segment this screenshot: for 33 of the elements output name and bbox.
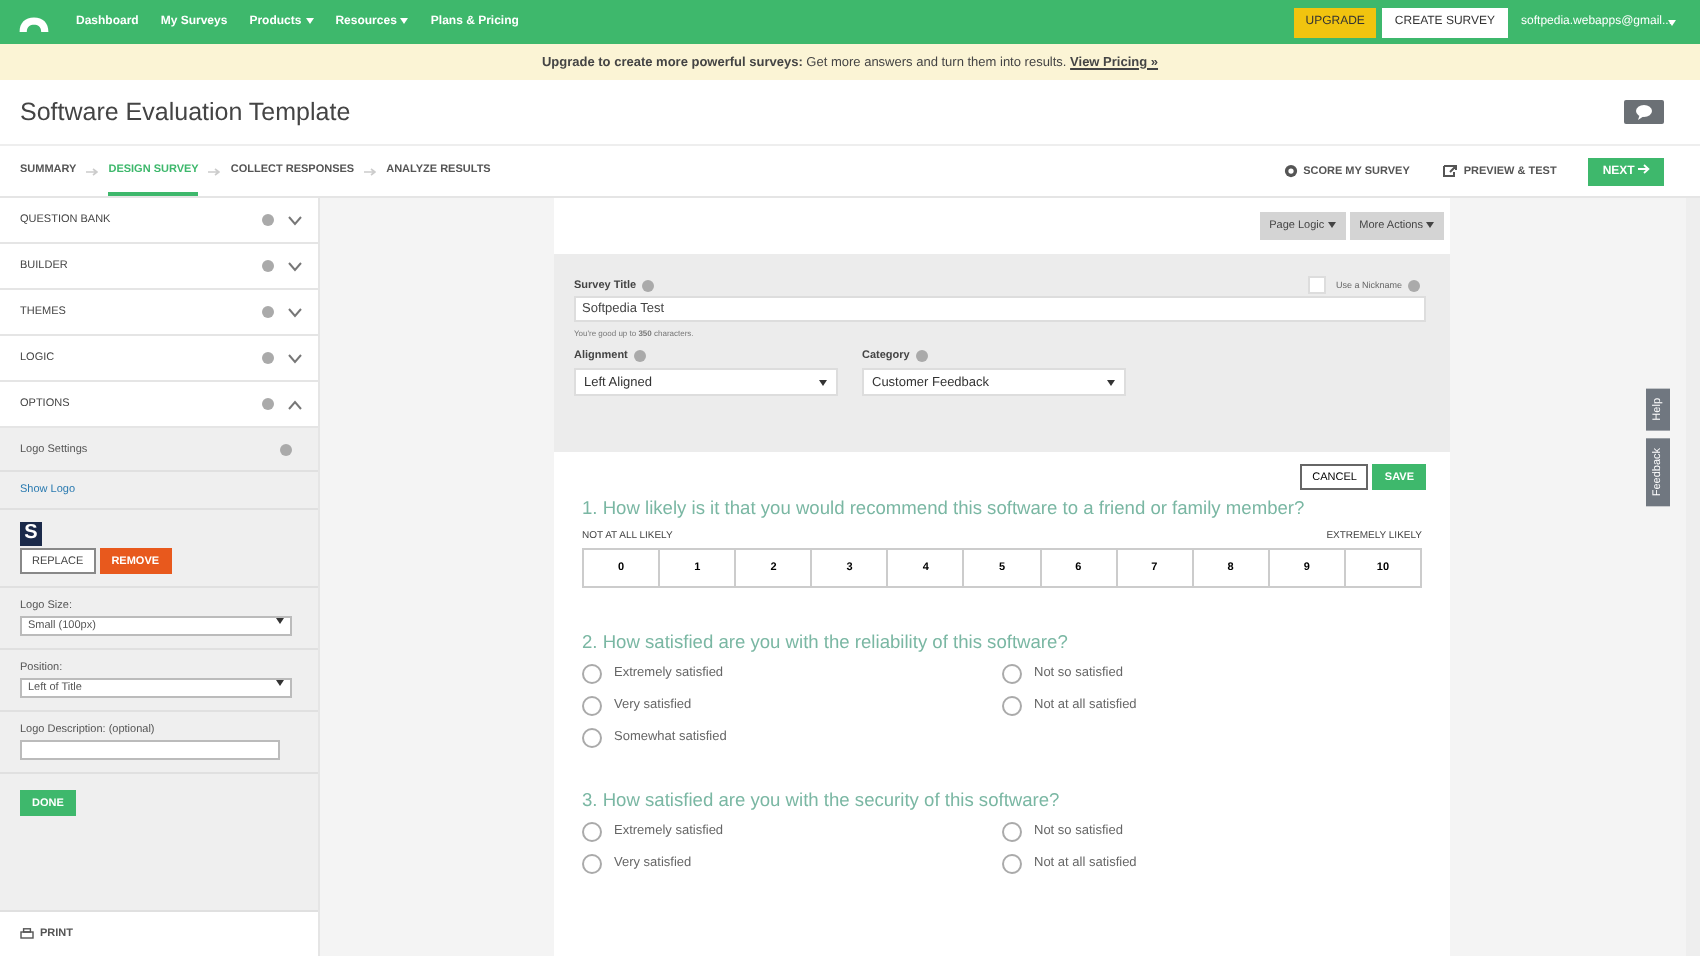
help-icon[interactable] <box>1408 279 1420 291</box>
survey-title: Software Evaluation Template <box>20 98 351 126</box>
logo-thumbnail: S <box>20 522 42 546</box>
help-icon[interactable] <box>262 214 274 226</box>
arrow-icon <box>1638 164 1650 174</box>
chat-icon[interactable] <box>1624 100 1664 124</box>
help-icon[interactable] <box>262 260 274 272</box>
arrow-icon <box>86 167 99 175</box>
caret-icon <box>1106 379 1116 385</box>
caret-icon <box>1327 222 1336 228</box>
printer-icon <box>20 928 34 940</box>
help-icon[interactable] <box>642 279 655 291</box>
external-link-icon <box>1441 164 1458 178</box>
question-title: 2. How satisfied are you with the reliability of this software? <box>582 632 1070 652</box>
caret-icon <box>818 379 828 385</box>
logo-description-field[interactable] <box>20 740 280 760</box>
question-title: 1. How likely is it that you would recommend this software to a friend or family member? <box>582 498 1307 518</box>
arrow-icon <box>364 167 377 175</box>
help-icon[interactable] <box>633 349 646 361</box>
caret-icon <box>1426 222 1434 228</box>
caret-icon[interactable] <box>1668 19 1676 25</box>
help-icon[interactable] <box>262 306 274 318</box>
question-title: 3. How satisfied are you with the security of this software? <box>582 790 1062 810</box>
help-icon[interactable] <box>915 349 928 361</box>
scrollbar[interactable] <box>1686 198 1700 956</box>
target-icon <box>1283 164 1298 178</box>
caret-icon <box>276 618 284 624</box>
help-icon[interactable] <box>280 443 292 455</box>
nickname-checkbox[interactable] <box>1307 276 1326 294</box>
help-icon[interactable] <box>262 398 274 410</box>
help-icon[interactable] <box>262 352 274 364</box>
caret-icon <box>276 680 284 686</box>
arrow-icon <box>208 167 221 175</box>
